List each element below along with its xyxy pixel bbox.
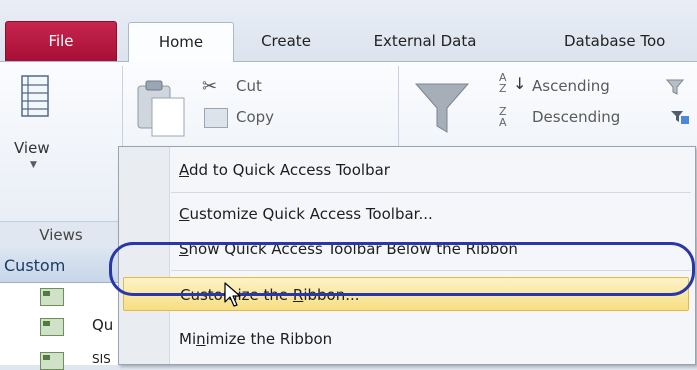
advanced-filter-icon[interactable] bbox=[665, 78, 685, 96]
menu-item-text: how Quick Access Toolbar Below the Ribbo… bbox=[188, 240, 518, 258]
group-divider bbox=[398, 66, 399, 146]
table-icon bbox=[40, 288, 64, 306]
menu-item-text: imize the Ribbon bbox=[205, 330, 333, 348]
copy-button[interactable]: Copy bbox=[236, 108, 274, 126]
form-icon bbox=[40, 352, 64, 370]
datasheet-view-icon[interactable] bbox=[20, 74, 50, 120]
menu-item-text: ustomize Quick Access Toolbar... bbox=[189, 205, 433, 223]
menu-item-accelerator: A bbox=[179, 161, 189, 179]
nav-item-label[interactable]: Qu bbox=[92, 316, 113, 334]
menu-item-accelerator: R bbox=[292, 286, 304, 304]
sort-arrow-down-icon: ↓ bbox=[513, 74, 527, 93]
views-group-label: Views bbox=[0, 221, 123, 248]
ribbon-context-menu: Add to Quick Access Toolbar Customize Qu… bbox=[118, 146, 696, 365]
cut-button[interactable]: Cut bbox=[236, 77, 262, 95]
sort-descending-button[interactable]: Descending bbox=[532, 108, 620, 126]
toggle-filter-icon[interactable] bbox=[670, 110, 690, 126]
menu-separator bbox=[171, 192, 691, 193]
menu-item-minimize-the-ribbon[interactable]: Minimize the Ribbon bbox=[119, 322, 695, 356]
mouse-pointer-icon bbox=[224, 282, 242, 308]
paste-icon[interactable] bbox=[136, 78, 188, 140]
menu-item-accelerator: S bbox=[179, 240, 189, 258]
scissors-icon[interactable]: ✂ bbox=[202, 76, 217, 97]
tab-database-tools[interactable]: Database Too bbox=[520, 22, 697, 62]
nav-pane-header[interactable]: Custom bbox=[0, 249, 132, 283]
nav-item-label[interactable]: SIS bbox=[92, 352, 111, 365]
menu-item-customize-quick-access-toolbar[interactable]: Customize Quick Access Toolbar... bbox=[119, 197, 695, 231]
menu-item-text: ibbon... bbox=[303, 286, 360, 304]
tab-external-data[interactable]: External Data bbox=[355, 22, 495, 62]
menu-item-text: Mi bbox=[179, 330, 197, 348]
menu-separator bbox=[171, 270, 691, 271]
menu-item-customize-the-ribbon[interactable]: Customize the Ribbon... bbox=[123, 277, 689, 311]
menu-item-accelerator: n bbox=[196, 330, 206, 348]
menu-item-accelerator: C bbox=[179, 205, 190, 223]
menu-item-add-to-quick-access-toolbar[interactable]: Add to Quick Access Toolbar bbox=[119, 153, 695, 187]
filter-funnel-icon[interactable] bbox=[414, 80, 470, 136]
menu-item-text: dd to Quick Access Toolbar bbox=[189, 161, 390, 179]
copy-icon[interactable] bbox=[204, 108, 228, 128]
view-button-label[interactable]: View bbox=[14, 139, 50, 157]
menu-item-show-quick-access-toolbar-below-ribbon[interactable]: Show Quick Access Toolbar Below the Ribb… bbox=[119, 232, 695, 266]
tab-file[interactable]: File bbox=[5, 21, 117, 61]
tab-create[interactable]: Create bbox=[246, 22, 326, 62]
sort-descending-icon[interactable]: ZA bbox=[499, 106, 507, 128]
view-dropdown-arrow-icon[interactable]: ▼ bbox=[30, 160, 37, 170]
sort-ascending-icon[interactable]: AZ bbox=[499, 72, 507, 94]
sort-ascending-button[interactable]: Ascending bbox=[532, 77, 610, 95]
form-icon bbox=[40, 318, 64, 336]
tab-home[interactable]: Home bbox=[128, 22, 234, 62]
